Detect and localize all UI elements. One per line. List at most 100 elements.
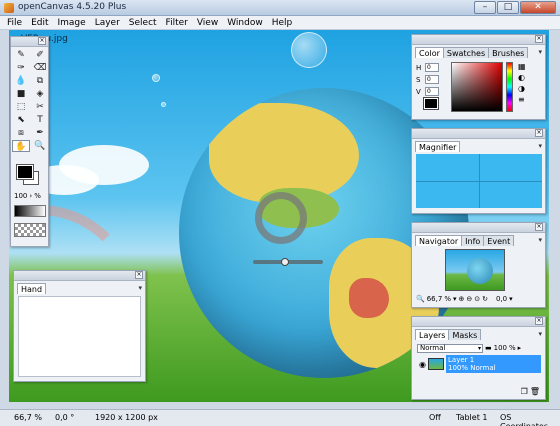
zoom-in-icon[interactable]: ⊕ xyxy=(458,295,464,303)
panel-menu-icon[interactable]: ▾ xyxy=(538,142,542,150)
close-icon[interactable]: × xyxy=(535,129,543,137)
pattern-swatch[interactable] xyxy=(14,223,46,237)
layer-row[interactable]: ◉ Layer 1 100% Normal xyxy=(417,355,541,373)
rotate-ring[interactable] xyxy=(255,192,307,244)
maximize-button[interactable]: □ xyxy=(497,1,519,14)
menu-filter[interactable]: Filter xyxy=(166,16,188,29)
lock-icon[interactable]: ▸ xyxy=(518,344,522,352)
tab-brushes[interactable]: Brushes xyxy=(488,47,529,58)
menu-edit[interactable]: Edit xyxy=(31,16,48,29)
tab-navigator[interactable]: Navigator xyxy=(415,235,463,246)
zoom-slider-knob[interactable] xyxy=(281,258,289,266)
s-input[interactable] xyxy=(425,75,439,84)
menu-file[interactable]: File xyxy=(7,16,22,29)
close-icon[interactable]: × xyxy=(135,271,143,279)
lasso-tool[interactable]: ✂ xyxy=(31,101,49,113)
pen-tool[interactable]: ✎ xyxy=(12,49,30,61)
zoom-out-icon[interactable]: ⊖ xyxy=(466,295,472,303)
new-layer-icon[interactable]: ❐ xyxy=(521,387,528,396)
v-label: V xyxy=(416,87,421,96)
menu-select[interactable]: Select xyxy=(129,16,157,29)
h-input[interactable] xyxy=(425,63,439,72)
panel-header[interactable]: × xyxy=(412,223,545,233)
gradient-swatch[interactable] xyxy=(14,205,46,217)
opacity-bar-icon[interactable]: ▬ xyxy=(485,344,492,352)
panel-header[interactable]: × xyxy=(14,271,145,281)
select-tool[interactable]: ⬚ xyxy=(12,101,30,113)
chevron-down-icon[interactable]: ▾ xyxy=(509,295,513,303)
panel-menu-icon[interactable]: ▾ xyxy=(538,48,542,56)
tab-magnifier[interactable]: Magnifier xyxy=(415,141,461,152)
layer-info[interactable]: Layer 1 100% Normal xyxy=(446,355,541,373)
v-input[interactable] xyxy=(425,87,439,96)
navigator-panel: × Navigator Info Event ▾ 🔍 66,7 % ▾ ⊕ ⊖ … xyxy=(411,222,546,308)
color-mode-icon[interactable]: ▦ xyxy=(518,62,526,71)
panel-menu-icon[interactable]: ▾ xyxy=(538,330,542,338)
layer-opacity-value[interactable]: 100 xyxy=(494,344,507,352)
opacity-control[interactable]: 100 › % xyxy=(14,192,41,200)
crop-tool[interactable]: ⧈ xyxy=(12,127,30,139)
menu-layer[interactable]: Layer xyxy=(95,16,120,29)
eye-icon[interactable]: ◉ xyxy=(417,360,428,369)
hand-tool[interactable]: ✋ xyxy=(12,140,30,152)
hand-panel: × Hand ▾ xyxy=(13,270,146,382)
close-button[interactable]: ✕ xyxy=(520,1,556,14)
close-icon[interactable]: × xyxy=(535,223,543,231)
hue-slider[interactable] xyxy=(506,62,513,112)
tab-info[interactable]: Info xyxy=(461,235,485,246)
zoom-fit-icon[interactable]: ⊙ xyxy=(474,295,480,303)
zoom-tool[interactable]: 🔍 xyxy=(31,140,49,152)
s-label: S xyxy=(416,75,421,84)
menu-window[interactable]: Window xyxy=(227,16,263,29)
foreground-color[interactable] xyxy=(423,97,439,110)
menu-image[interactable]: Image xyxy=(58,16,86,29)
chevron-down-icon[interactable]: ▾ xyxy=(453,295,457,303)
zoom-slider[interactable] xyxy=(253,258,323,266)
nav-zoom-value[interactable]: 66,7 xyxy=(427,295,443,303)
eraser-tool[interactable]: ⌫ xyxy=(31,62,49,74)
color-swatches[interactable] xyxy=(16,164,39,185)
panel-menu-icon[interactable]: ▾ xyxy=(538,236,542,244)
nav-angle-value[interactable]: 0,0 xyxy=(496,295,507,303)
trash-icon[interactable]: 🗑 xyxy=(530,387,540,396)
panel-menu-icon[interactable]: ▾ xyxy=(138,284,142,292)
chevron-right-icon[interactable]: › xyxy=(29,192,32,200)
palette-icon[interactable]: ◐ xyxy=(518,73,526,82)
opacity-unit: % xyxy=(34,192,41,200)
foreground-color[interactable] xyxy=(16,164,34,180)
saturation-value-picker[interactable] xyxy=(451,62,503,112)
color-panel: × Color Swatches Brushes ▾ H S V ▦ ◐ ◑ ≡ xyxy=(411,34,546,120)
tab-hand[interactable]: Hand xyxy=(17,283,47,294)
tab-event[interactable]: Event xyxy=(483,235,515,246)
tab-swatches[interactable]: Swatches xyxy=(442,47,490,58)
brush-tool[interactable]: ✐ xyxy=(31,49,49,61)
rotate-icon[interactable]: ↻ xyxy=(482,295,488,303)
hand-options-area xyxy=(18,296,141,377)
bucket-tool[interactable]: ◈ xyxy=(31,88,49,100)
close-icon[interactable]: × xyxy=(38,37,46,45)
water-tool[interactable]: 💧 xyxy=(12,75,30,87)
menu-help[interactable]: Help xyxy=(272,16,293,29)
navigator-thumbnail[interactable] xyxy=(445,249,505,291)
close-icon[interactable]: × xyxy=(535,317,543,325)
panel-header[interactable]: × xyxy=(412,317,545,327)
status-tablet: Tablet 1 xyxy=(456,413,488,422)
move-tool[interactable]: ⬉ xyxy=(12,114,30,126)
tab-color[interactable]: Color xyxy=(415,47,444,58)
list-icon[interactable]: ≡ xyxy=(518,95,526,104)
tab-layers[interactable]: Layers xyxy=(415,329,450,340)
panel-header[interactable]: × xyxy=(412,35,545,45)
wheel-icon[interactable]: ◑ xyxy=(518,84,526,93)
blend-tool[interactable]: ⧉ xyxy=(31,75,49,87)
minimize-button[interactable]: – xyxy=(474,1,496,14)
close-icon[interactable]: × xyxy=(535,35,543,43)
fill-tool[interactable]: ■ xyxy=(12,88,30,100)
pencil-tool[interactable]: ✑ xyxy=(12,62,30,74)
panel-header[interactable]: × xyxy=(412,129,545,139)
menu-view[interactable]: View xyxy=(197,16,218,29)
text-tool[interactable]: T xyxy=(31,114,49,126)
panel-header[interactable]: × xyxy=(11,37,48,47)
eyedropper-tool[interactable]: ✒ xyxy=(31,127,49,139)
blend-mode-select[interactable]: Normal xyxy=(417,343,483,353)
tab-masks[interactable]: Masks xyxy=(448,329,482,340)
